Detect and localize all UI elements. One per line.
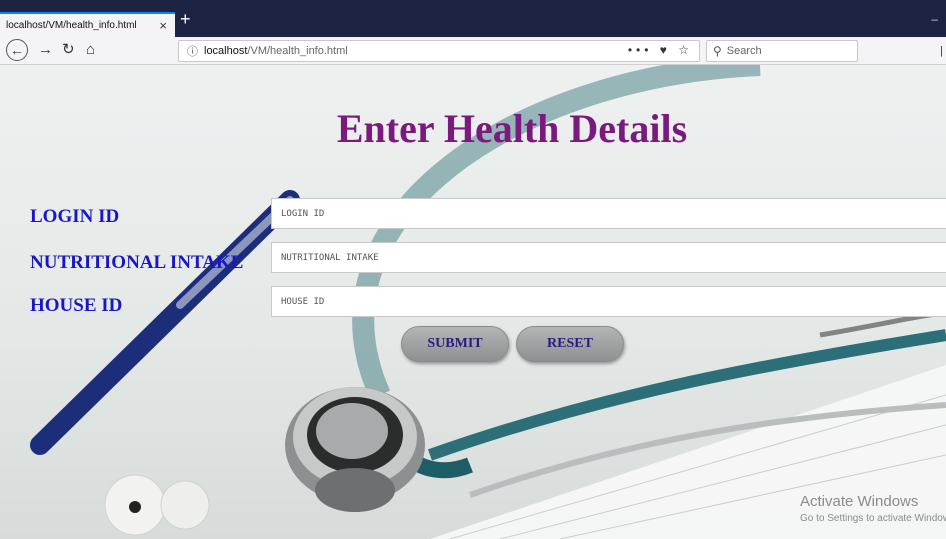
close-tab-icon[interactable]: × <box>159 18 167 33</box>
house-id-label: HOUSE ID <box>30 295 123 316</box>
search-box[interactable]: ⚲ Search <box>706 40 858 62</box>
minimize-icon[interactable]: – <box>931 12 938 26</box>
page-content: Enter Health Details LOGIN ID NUTRITIONA… <box>0 65 946 539</box>
activate-windows-title: Activate Windows <box>800 493 919 510</box>
reload-icon[interactable]: ↻ <box>62 40 75 60</box>
library-icon[interactable]: | <box>940 45 943 57</box>
new-tab-icon[interactable]: + <box>180 10 191 28</box>
browser-tab[interactable]: localhost/VM/health_info.html × <box>0 12 175 37</box>
nutritional-intake-label: NUTRITIONAL INTAKE <box>30 252 244 273</box>
home-icon[interactable]: ⌂ <box>86 40 95 60</box>
activate-windows-subtitle: Go to Settings to activate Windows. <box>800 513 946 524</box>
tab-title: localhost/VM/health_info.html <box>6 20 137 31</box>
house-id-input[interactable] <box>271 286 946 317</box>
page-actions-icons[interactable]: ••• ♥ ☆ <box>628 43 693 57</box>
submit-button[interactable]: SUBMIT <box>401 326 509 362</box>
navigation-toolbar: ← → ↻ ⌂ ⓘ localhost /VM/health_info.html… <box>0 37 946 65</box>
nutritional-intake-input[interactable] <box>271 242 946 273</box>
forward-arrow-icon[interactable]: → <box>38 40 53 60</box>
back-arrow-icon[interactable]: ← <box>6 39 28 61</box>
login-id-label: LOGIN ID <box>30 206 120 227</box>
reset-button[interactable]: RESET <box>516 326 624 362</box>
tab-bar: localhost/VM/health_info.html × + – <box>0 0 946 37</box>
url-path: /VM/health_info.html <box>247 45 348 57</box>
search-placeholder: Search <box>726 45 762 57</box>
search-icon: ⚲ <box>713 44 722 58</box>
page-title: Enter Health Details <box>336 106 688 151</box>
address-bar[interactable]: ⓘ localhost /VM/health_info.html ••• ♥ ☆ <box>178 40 700 62</box>
url-host: localhost <box>204 45 248 57</box>
info-icon[interactable]: ⓘ <box>187 43 198 59</box>
login-id-input[interactable] <box>271 198 946 229</box>
